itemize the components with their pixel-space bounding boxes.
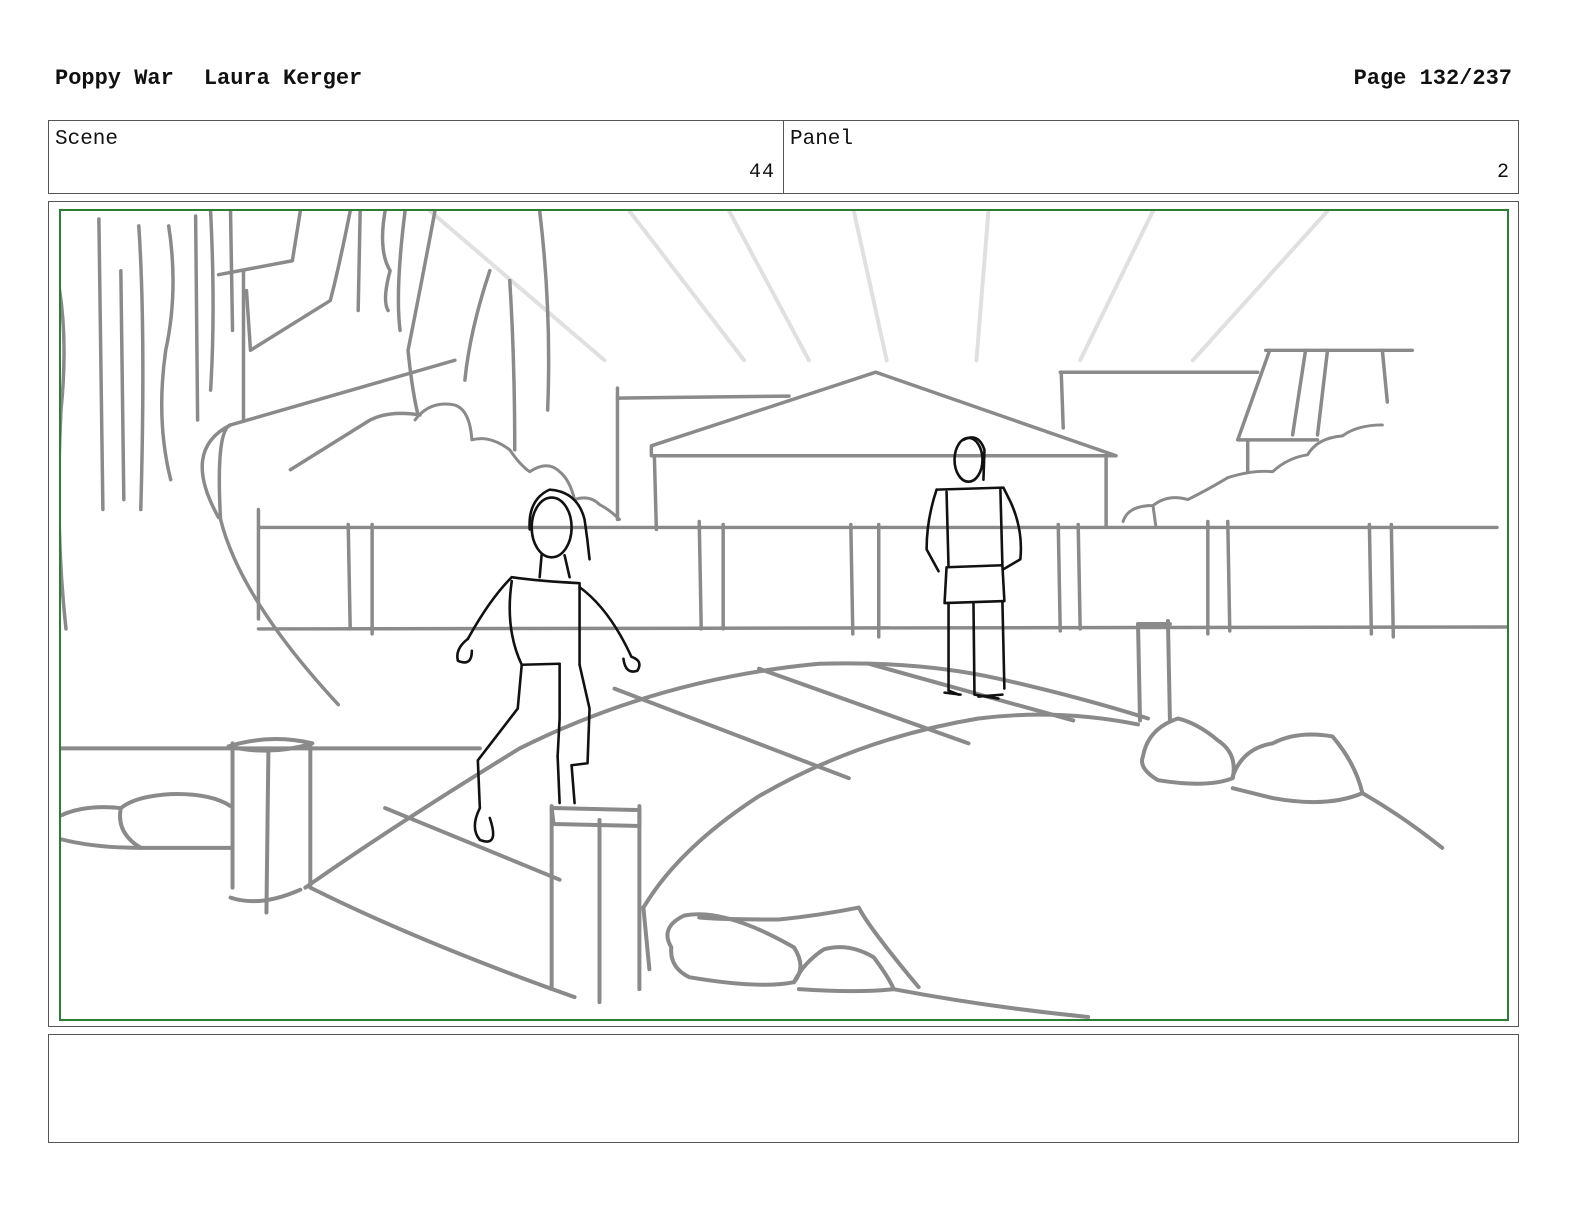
- panel-number: 2: [1496, 161, 1510, 184]
- author-name: Laura Kerger: [203, 66, 363, 91]
- buildings: [615, 348, 1415, 532]
- panel-safe-area: [59, 209, 1509, 1021]
- scene-panel-info: Scene 44 Panel 2: [48, 120, 1519, 194]
- panel-label: Panel: [790, 128, 854, 151]
- bridge: [303, 618, 1172, 1000]
- scene-label: Scene: [55, 128, 119, 151]
- scene-number: 44: [748, 161, 775, 184]
- panel-cell: Panel 2: [783, 121, 1518, 193]
- fence: [256, 519, 1507, 639]
- posts: [226, 737, 642, 1005]
- sun-rays: [427, 211, 1330, 363]
- figure-man: [925, 436, 1023, 700]
- figure-girl: [456, 488, 641, 843]
- page-number: Page 132/237: [1353, 66, 1512, 91]
- notes-area: [48, 1034, 1519, 1143]
- document-header: Poppy War Laura Kerger: [55, 66, 392, 91]
- project-title: Poppy War: [55, 66, 174, 91]
- storyboard-panel: [48, 201, 1519, 1027]
- scene-cell: Scene 44: [49, 121, 783, 193]
- storyboard-sketch: [61, 211, 1507, 1019]
- bushes: [413, 402, 1384, 529]
